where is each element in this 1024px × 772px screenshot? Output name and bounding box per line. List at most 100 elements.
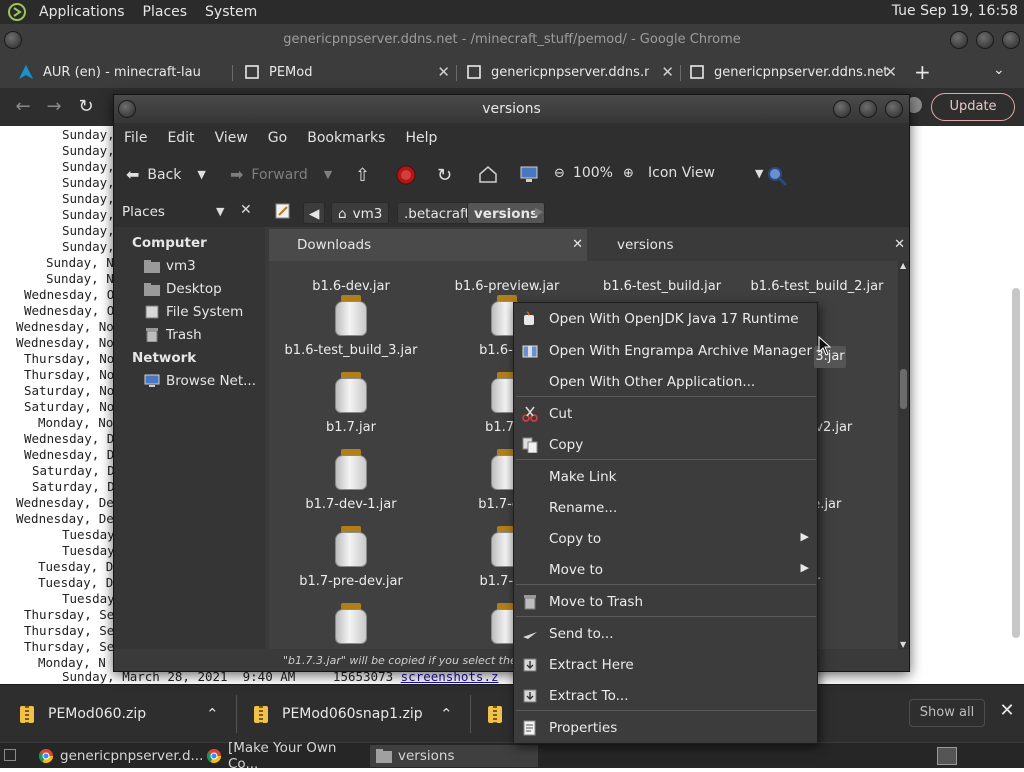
tab-aur[interactable]: AUR (en) - minecraft-launch: [18, 56, 228, 88]
file-item[interactable]: b1.7-pre-dev.jar: [271, 526, 431, 589]
mate-logo-icon[interactable]: [6, 1, 28, 23]
menu-go[interactable]: Go: [258, 130, 297, 146]
menu-edit[interactable]: Edit: [157, 130, 204, 146]
menu-item-cut[interactable]: Cut: [514, 398, 817, 429]
home-icon[interactable]: [478, 165, 498, 183]
workspace-switcher[interactable]: [937, 747, 957, 765]
close-window-button[interactable]: [885, 100, 903, 118]
chevron-up-icon[interactable]: ⌃: [440, 705, 453, 723]
file-item[interactable]: [271, 603, 431, 649]
breadcrumb-vm3[interactable]: ⌂ vm3: [331, 202, 390, 224]
chevron-down-icon[interactable]: ▼: [197, 168, 205, 181]
menu-item-rename[interactable]: Rename...: [514, 492, 817, 523]
edit-location-icon[interactable]: [275, 203, 291, 223]
computer-icon[interactable]: [519, 165, 539, 183]
tab-search-chevron-icon[interactable]: ⌄: [993, 62, 1005, 78]
search-icon[interactable]: [766, 165, 788, 187]
zoom-control[interactable]: ⊖ 100% ⊕: [554, 165, 642, 181]
close-icon[interactable]: ✕: [884, 63, 897, 81]
menu-item-send-to[interactable]: Send to...: [514, 618, 817, 649]
taskbar-item-label: genericpnpserver.d...: [60, 748, 204, 764]
menu-item-move-to[interactable]: Move to ▶: [514, 554, 817, 585]
sidebar-item-desktop[interactable]: Desktop: [144, 281, 222, 297]
tab-server-m[interactable]: genericpnpserver.ddns.net/m ✕: [466, 56, 678, 88]
close-icon[interactable]: ✕: [661, 63, 674, 81]
reload-icon[interactable]: ↻: [437, 165, 452, 186]
sidebar-item-trash[interactable]: Trash: [144, 327, 202, 343]
taskbar-item-chrome-1[interactable]: genericpnpserver.d...: [32, 745, 203, 767]
window-menu-button[interactable]: [4, 31, 22, 49]
applications-menu[interactable]: Applications: [30, 4, 134, 20]
menu-item-copy[interactable]: Copy: [514, 429, 817, 460]
back-button[interactable]: ⬅ Back ▼: [126, 165, 206, 184]
file-item[interactable]: b1.6-test_build_3.jar: [271, 295, 431, 358]
up-arrow-icon[interactable]: ⇧: [355, 165, 370, 186]
file-item[interactable]: b1.6-test_build_2.jar: [737, 261, 897, 294]
menu-item-extract-here[interactable]: Extract Here: [514, 649, 817, 680]
minimize-button[interactable]: [833, 100, 851, 118]
clock[interactable]: Tue Sep 19, 16:58: [892, 3, 1018, 19]
close-icon[interactable]: ✕: [894, 229, 905, 261]
menu-item-move-to-trash[interactable]: Move to Trash: [514, 586, 817, 617]
close-icon[interactable]: ✕: [240, 202, 252, 218]
icon-view-scrollbar[interactable]: ▲ ▼: [898, 261, 909, 649]
menu-view[interactable]: View: [205, 130, 258, 146]
menu-item-make-link[interactable]: Make Link: [514, 461, 817, 492]
minimize-button[interactable]: [950, 31, 968, 49]
breadcrumb-versions[interactable]: versions: [467, 202, 546, 224]
show-all-downloads-button[interactable]: Show all: [909, 699, 985, 727]
download-item[interactable]: PEMod060snap1.zip ⌃: [254, 685, 453, 743]
chevron-down-icon[interactable]: ▼: [216, 205, 224, 218]
sidebar-item-file-system[interactable]: File System: [144, 304, 243, 320]
back-arrow-icon[interactable]: ←: [12, 96, 34, 118]
reload-icon[interactable]: ↻: [75, 96, 97, 118]
forward-arrow-icon[interactable]: →: [43, 96, 65, 118]
close-downloads-bar-icon[interactable]: ✕: [996, 700, 1018, 722]
breadcrumb-left-arrow[interactable]: ◀: [303, 202, 326, 224]
menu-bookmarks[interactable]: Bookmarks: [297, 130, 395, 146]
menu-item-copy-to[interactable]: Copy to ▶: [514, 523, 817, 554]
menu-help[interactable]: Help: [395, 130, 447, 146]
close-window-button[interactable]: [1002, 31, 1020, 49]
system-menu[interactable]: System: [196, 4, 266, 20]
taskbar-item-versions[interactable]: versions: [370, 745, 538, 767]
new-tab-icon[interactable]: +: [914, 60, 931, 84]
forward-button[interactable]: ➡ Forward ▼: [230, 165, 332, 184]
file-item[interactable]: b1.7.jar: [271, 372, 431, 435]
view-mode-select[interactable]: Icon View ▼: [648, 165, 763, 181]
menu-item-extract-to[interactable]: Extract To...: [514, 680, 817, 711]
tab-downloads[interactable]: Downloads ✕: [269, 229, 587, 261]
file-item[interactable]: b1.7-dev-1.jar: [271, 449, 431, 512]
maximize-button[interactable]: [976, 31, 994, 49]
menu-item-open-with-other[interactable]: Open With Other Application...: [514, 366, 817, 397]
stop-icon[interactable]: [396, 165, 416, 185]
zoom-out-icon[interactable]: ⊖: [554, 166, 565, 181]
update-button[interactable]: Update: [931, 93, 1015, 121]
tab-versions[interactable]: versions ✕: [589, 229, 909, 261]
window-menu-button[interactable]: [118, 100, 136, 118]
file-item[interactable]: b1.6-preview.jar: [427, 261, 587, 294]
zoom-in-icon[interactable]: ⊕: [623, 166, 634, 181]
places-menu[interactable]: Places: [134, 4, 197, 20]
breadcrumb-betacraft[interactable]: .betacraft: [397, 202, 477, 224]
taskbar-item-chrome-2[interactable]: [Make Your Own Co...: [200, 740, 368, 772]
tab-pemod[interactable]: PEMod ✕: [244, 56, 454, 88]
close-icon[interactable]: ✕: [572, 229, 583, 261]
sidebar-item-vm3[interactable]: vm3: [144, 258, 196, 274]
chevron-up-icon[interactable]: ⌃: [206, 705, 219, 723]
menu-file[interactable]: File: [114, 130, 157, 146]
sidebar-title[interactable]: Places: [122, 204, 165, 220]
close-icon[interactable]: ✕: [437, 63, 450, 81]
file-item[interactable]: b1.6-dev.jar: [271, 261, 431, 294]
tab-server[interactable]: genericpnpserver.ddns.net ✕: [689, 56, 901, 88]
file-item[interactable]: b1.6-test_build.jar: [582, 261, 742, 294]
maximize-button[interactable]: [859, 100, 877, 118]
menu-item-open-with-java[interactable]: Open With OpenJDK Java 17 Runtime: [514, 303, 817, 334]
sidebar-item-browse-network[interactable]: Browse Net...: [144, 373, 256, 389]
show-desktop-left-icon[interactable]: [4, 749, 16, 761]
menu-item-open-with-engrampa[interactable]: Open With Engrampa Archive Manager: [514, 335, 817, 366]
page-scrollbar[interactable]: [1012, 128, 1020, 640]
download-item[interactable]: [488, 685, 516, 743]
download-item[interactable]: PEMod060.zip ⌃: [20, 685, 219, 743]
menu-item-properties[interactable]: Properties: [514, 712, 817, 743]
